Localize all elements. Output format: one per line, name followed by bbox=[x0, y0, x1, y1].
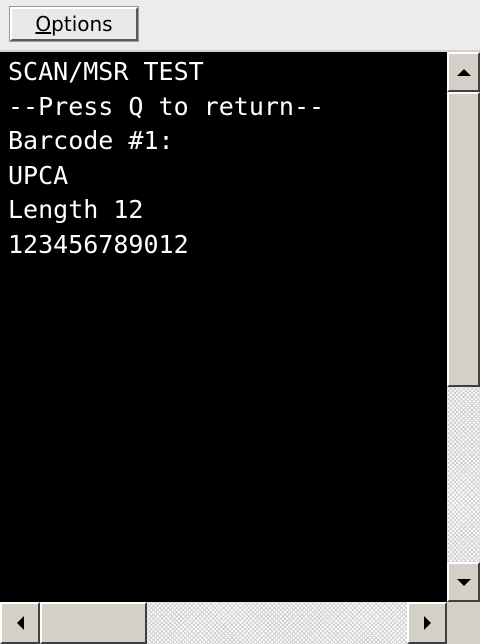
triangle-right-icon bbox=[423, 616, 431, 630]
triangle-down-icon bbox=[456, 578, 471, 586]
scroll-right-button[interactable] bbox=[407, 602, 447, 644]
terminal-line: --Press Q to return-- bbox=[8, 91, 325, 121]
horizontal-scroll-thumb[interactable] bbox=[40, 602, 147, 644]
triangle-left-icon bbox=[16, 616, 24, 630]
vertical-scrollbar[interactable] bbox=[447, 52, 480, 602]
triangle-up-icon bbox=[456, 68, 471, 76]
terminal-line: 123456789012 bbox=[8, 229, 189, 259]
vertical-scroll-thumb[interactable] bbox=[447, 92, 480, 387]
scroll-down-button[interactable] bbox=[447, 562, 480, 602]
horizontal-scrollbar[interactable] bbox=[0, 602, 447, 644]
terminal-line: SCAN/MSR TEST bbox=[8, 57, 204, 86]
options-label-rest: ptions bbox=[51, 12, 113, 36]
scrollbar-corner bbox=[447, 602, 480, 644]
options-menu-button[interactable]: Options bbox=[9, 6, 139, 42]
terminal-output[interactable]: SCAN/MSR TEST --Press Q to return-- Barc… bbox=[0, 52, 447, 602]
options-accelerator-letter: O bbox=[35, 12, 52, 36]
terminal-line: Length 12 bbox=[8, 195, 144, 224]
menu-bar: Options bbox=[0, 0, 480, 50]
terminal-app-window: Options SCAN/MSR TEST --Press Q to retur… bbox=[0, 0, 480, 644]
scroll-up-button[interactable] bbox=[447, 52, 480, 92]
scroll-left-button[interactable] bbox=[0, 602, 40, 644]
terminal-line: UPCA bbox=[8, 160, 69, 190]
terminal-line: Barcode #1: bbox=[8, 126, 174, 155]
